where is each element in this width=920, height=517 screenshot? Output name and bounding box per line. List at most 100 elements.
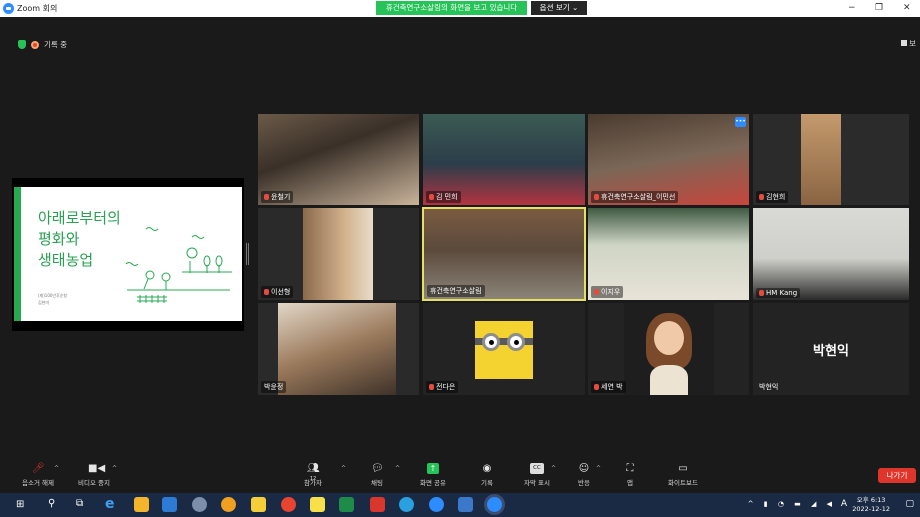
meeting-toolbar: 🎤︎ 음소거 해제 ^ ■◀ 비디오 중지 ^ 👥︎12 참가자 ^ 💬︎ 채팅 ^ ↑ 화면 공… <box>0 460 920 493</box>
participant-name: 휴건축연구소살림 <box>427 285 485 297</box>
taskbar-clock[interactable]: 오후 6:13 2022-12-12 <box>852 496 890 514</box>
participant-name: 이선형 <box>261 286 294 298</box>
participant-name: 휴건축연구소살림_이민선 <box>591 191 679 203</box>
video-tile[interactable]: 이지우 <box>588 208 749 300</box>
system-tray[interactable]: ^ ▮ ◔ ▬ ◢ ◀ <box>748 500 836 508</box>
mic-muted-icon <box>759 194 764 200</box>
video-tile[interactable]: 박윤정 <box>258 303 419 395</box>
participant-name: 세연 박 <box>591 381 626 393</box>
edge-icon[interactable] <box>429 497 444 512</box>
participants-button[interactable]: 👥︎12 참가자 ^ <box>285 463 346 487</box>
chevron-up-icon[interactable]: ^ <box>54 465 59 472</box>
app-icon[interactable] <box>162 497 177 512</box>
clock-date: 2022-12-12 <box>852 505 890 513</box>
chat-button[interactable]: 💬︎ 채팅 ^ <box>349 463 405 487</box>
view-button[interactable]: 보 <box>901 38 916 49</box>
whiteboard-icon: ▭ <box>678 463 688 474</box>
kakaotalk-icon[interactable] <box>310 497 325 512</box>
split-view-handle[interactable] <box>246 243 249 265</box>
mic-muted-icon <box>594 289 599 295</box>
video-tile[interactable]: 김현희 <box>753 114 909 205</box>
participant-name: HM Kang <box>756 288 801 298</box>
close-button[interactable]: ✕ <box>903 3 911 13</box>
video-feed <box>303 208 373 300</box>
farm-illustration <box>125 227 232 303</box>
maximize-button[interactable]: ❐ <box>875 3 883 13</box>
video-tile[interactable]: 윤철기 <box>258 114 419 205</box>
clock-time: 오후 6:13 <box>856 496 886 504</box>
slide-title-line3: 생태농업 <box>38 251 94 269</box>
view-options-button[interactable]: 옵션 보기 ⌄ <box>531 1 587 15</box>
view-options-label: 옵션 보기 <box>539 3 570 12</box>
people-icon: 👥︎12 <box>307 463 320 482</box>
chevron-up-icon[interactable]: ^ <box>395 465 400 472</box>
record-button[interactable]: ◉ 기록 <box>459 463 515 487</box>
video-tile-no-video[interactable]: 박현익 박현익 <box>753 303 909 395</box>
video-tile[interactable]: 이선형 <box>258 208 419 300</box>
participant-name: 김현희 <box>756 191 789 203</box>
whiteboard-button[interactable]: ▭ 화이트보드 <box>655 463 711 487</box>
video-tile[interactable]: 세연 박 <box>588 303 749 395</box>
mic-muted-icon <box>264 289 269 295</box>
slide-title-line1: 아래로부터의 <box>38 209 121 227</box>
stop-video-button[interactable]: ■◀ 비디오 중지 ^ <box>66 463 122 487</box>
share-arrow-icon: ↑ <box>427 463 439 474</box>
unmute-button[interactable]: 🎤︎ 음소거 해제 ^ <box>10 463 66 487</box>
app-icon[interactable] <box>370 497 385 512</box>
participant-name: 윤철기 <box>261 191 294 203</box>
input-language[interactable]: A <box>841 499 847 509</box>
video-tile-active-speaker[interactable]: 휴건축연구소살림 <box>422 207 586 301</box>
more-options-icon[interactable]: ••• <box>735 117 746 127</box>
window-title: Zoom 회의 <box>17 4 58 13</box>
search-icon[interactable]: ⚲ <box>48 498 55 509</box>
leave-button[interactable]: 나가기 <box>878 468 916 483</box>
file-explorer-icon[interactable] <box>134 497 149 512</box>
mic-off-icon: 🎤︎ <box>32 463 45 474</box>
cc-icon: CC <box>530 463 544 474</box>
chevron-up-icon[interactable]: ^ <box>596 465 601 472</box>
chevron-up-icon[interactable]: ^ <box>341 465 346 472</box>
share-screen-button[interactable]: ↑ 화면 공유 <box>405 463 461 487</box>
video-tile[interactable]: ••• 휴건축연구소살림_이민선 <box>588 114 749 205</box>
mic-muted-icon <box>759 290 764 296</box>
mic-muted-icon <box>429 384 434 390</box>
task-view-icon[interactable]: ⧉ <box>76 498 83 509</box>
minion-avatar <box>475 321 533 379</box>
app-icon[interactable] <box>251 497 266 512</box>
zoom-taskbar-icon[interactable] <box>487 497 502 512</box>
app-icon[interactable] <box>192 497 207 512</box>
participant-name: 이지우 <box>591 286 624 298</box>
video-tile[interactable]: 김 민희 <box>423 114 585 205</box>
slide-page: 아래로부터의 평화와 생태농업 (재)100년후순창 김현미 <box>14 187 242 321</box>
mic-muted-icon <box>594 194 599 200</box>
slide-title-line2: 평화와 <box>38 230 80 248</box>
minimize-button[interactable]: − <box>848 3 856 13</box>
internet-explorer-icon[interactable]: e <box>105 497 120 512</box>
shared-slide: 아래로부터의 평화와 생태농업 (재)100년후순창 김현미 <box>12 178 244 331</box>
zoom-logo-icon <box>3 3 14 14</box>
apps-button[interactable]: ⛶ 앱 <box>602 463 658 487</box>
chat-icon: 💬︎ <box>371 463 384 474</box>
excel-icon[interactable] <box>339 497 354 512</box>
notification-icon[interactable]: ▢ <box>905 499 914 509</box>
chrome-icon[interactable] <box>281 497 296 512</box>
recording-indicator[interactable]: 기록 중 <box>18 39 67 50</box>
app-icon[interactable] <box>458 497 473 512</box>
grid-icon <box>901 40 908 46</box>
slide-accent-bar <box>14 187 21 321</box>
windows-start-icon[interactable]: ⊞ <box>16 499 24 510</box>
telegram-icon[interactable] <box>399 497 414 512</box>
mic-muted-icon <box>594 384 599 390</box>
slide-org: (재)100년후순창 <box>38 293 68 298</box>
record-dot-icon <box>31 40 39 49</box>
slide-author: 김현미 <box>38 300 50 305</box>
chrome-icon[interactable] <box>221 497 236 512</box>
shield-icon <box>18 40 26 49</box>
mic-muted-icon <box>429 194 434 200</box>
video-tile[interactable]: 전다은 <box>423 303 585 395</box>
mic-muted-icon <box>264 194 269 200</box>
recording-label: 기록 중 <box>44 40 68 49</box>
chevron-up-icon[interactable]: ^ <box>112 465 117 472</box>
video-tile[interactable]: HM Kang <box>753 208 909 300</box>
participant-name: 박윤정 <box>261 381 287 393</box>
